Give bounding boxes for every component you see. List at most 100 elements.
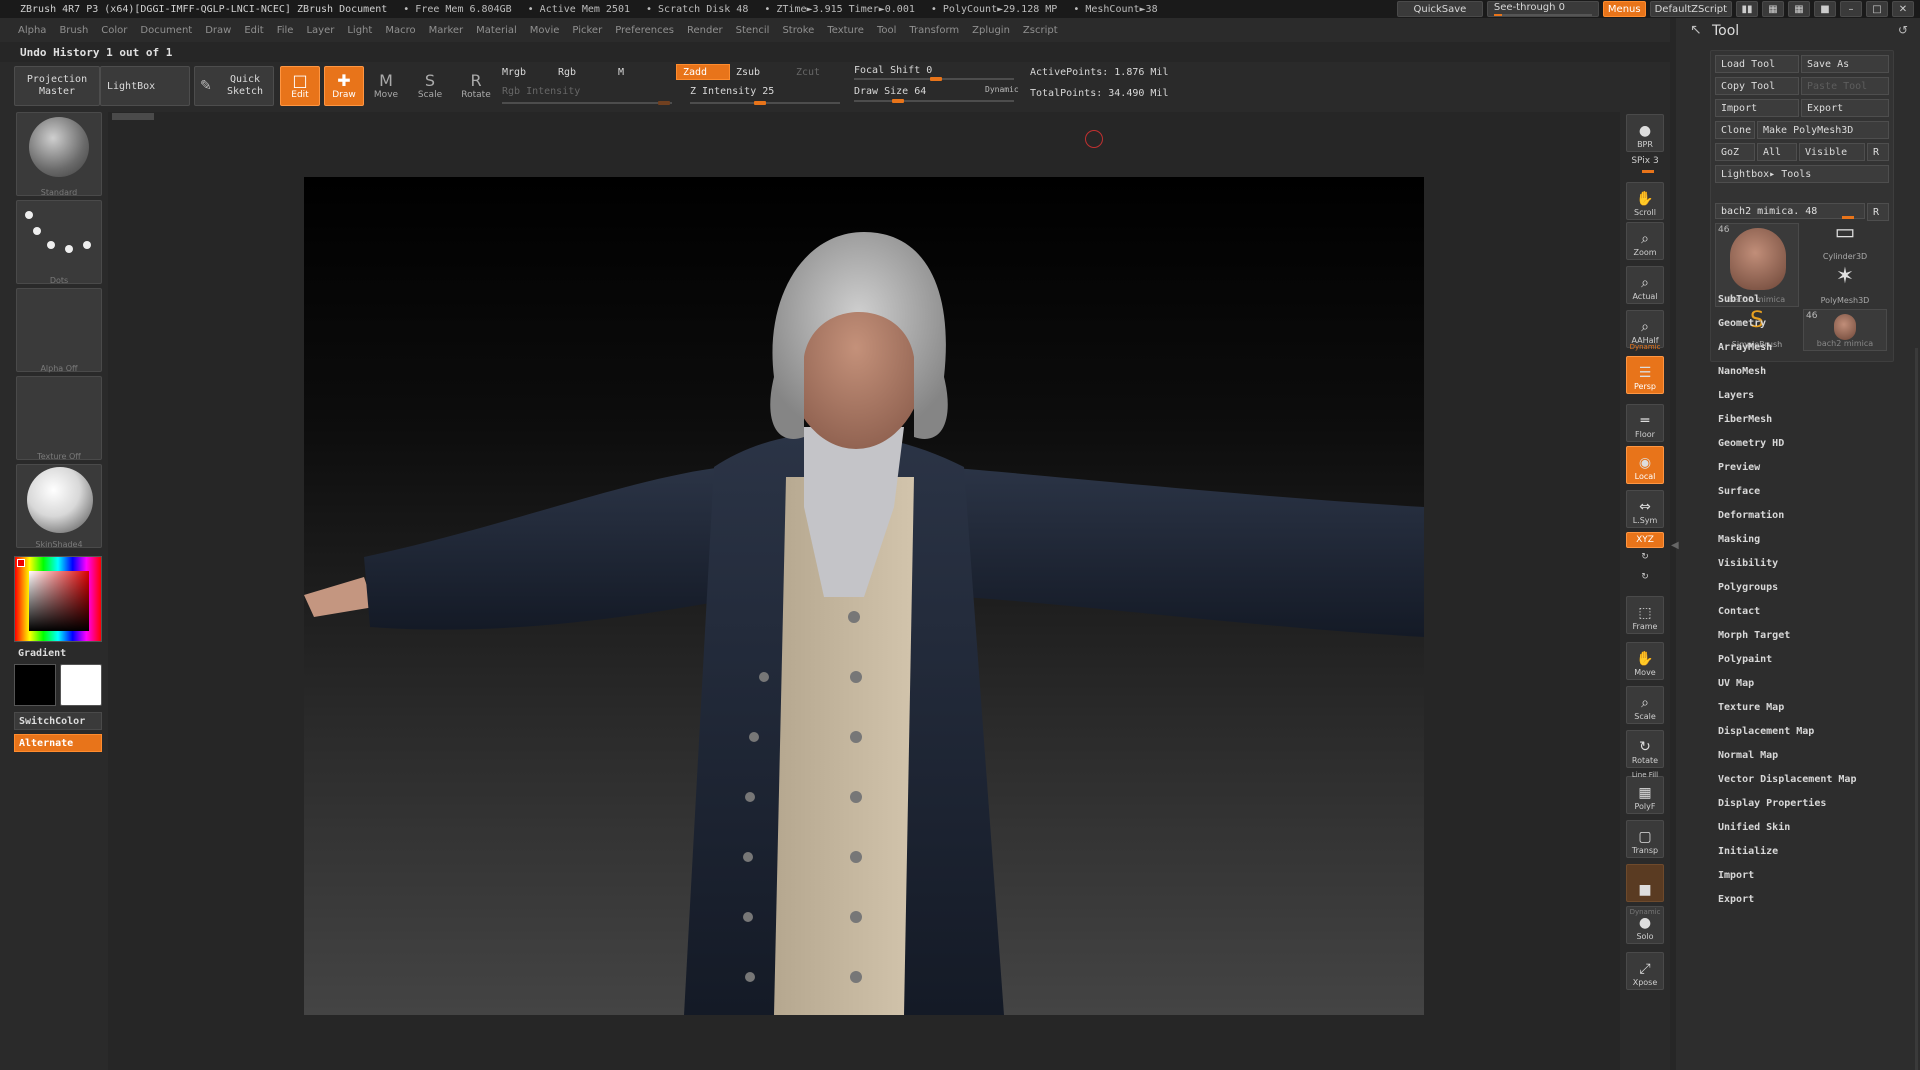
default-zscript-button[interactable]: DefaultZScript <box>1649 1 1732 17</box>
zcut-toggle[interactable]: Zcut <box>796 67 820 78</box>
menu-light[interactable]: Light <box>347 25 372 36</box>
alternate-button[interactable]: Alternate <box>14 734 102 752</box>
xyz-symmetry-button[interactable]: XYZ <box>1626 532 1664 548</box>
scale-button[interactable]: ⌕ Scale <box>1626 686 1664 724</box>
scroll-button[interactable]: ✋ Scroll <box>1626 182 1664 220</box>
close-icon[interactable]: ✕ <box>1892 1 1914 17</box>
rotate-mode-button[interactable]: R Rotate <box>456 66 496 106</box>
mrgb-toggle[interactable]: Mrgb <box>502 67 526 78</box>
menu-stencil[interactable]: Stencil <box>736 25 770 36</box>
stroke-selector[interactable]: Dots <box>16 200 102 285</box>
collapse-arrow-icon[interactable]: ◀ <box>1671 540 1679 551</box>
tool-section-normal-map[interactable]: Normal Map <box>1718 744 1856 768</box>
color-picker[interactable] <box>14 556 102 642</box>
goz-visible-button[interactable]: Visible <box>1799 143 1865 161</box>
spix-knob[interactable] <box>1642 170 1654 173</box>
menu-material[interactable]: Material <box>476 25 517 36</box>
copy-tool-button[interactable]: Copy Tool <box>1715 77 1799 95</box>
lock-icon[interactable]: ■ <box>1814 1 1836 17</box>
rotate-button[interactable]: ↻ Rotate <box>1626 730 1664 768</box>
current-tool-slider[interactable]: bach2 mimica. 48 <box>1715 203 1865 219</box>
gradient-label[interactable]: Gradient <box>18 648 66 659</box>
menu-file[interactable]: File <box>277 25 294 36</box>
persp-button[interactable]: ☰ Persp <box>1626 356 1664 394</box>
focal-shift-knob[interactable] <box>930 77 942 81</box>
tool-section-arraymesh[interactable]: ArrayMesh <box>1718 336 1856 360</box>
palette-reset-icon[interactable]: ↺ <box>1898 23 1908 37</box>
menu-draw[interactable]: Draw <box>205 25 231 36</box>
zsub-toggle[interactable]: Zsub <box>736 67 760 78</box>
ui-layout-alt-icon[interactable]: ▦ <box>1788 1 1810 17</box>
tool-section-export[interactable]: Export <box>1718 888 1856 912</box>
tool-section-contact[interactable]: Contact <box>1718 600 1856 624</box>
menu-movie[interactable]: Movie <box>530 25 560 36</box>
actual-button[interactable]: ⌕ Actual <box>1626 266 1664 304</box>
focal-shift-slider[interactable]: Focal Shift 0 <box>854 65 932 76</box>
see-through-slider[interactable]: See-through 0 <box>1486 1 1599 17</box>
alpha-selector[interactable]: Alpha Off <box>16 288 102 373</box>
menu-zscript[interactable]: Zscript <box>1023 25 1058 36</box>
menu-tool[interactable]: Tool <box>877 25 896 36</box>
goz-r-button[interactable]: R <box>1867 143 1889 161</box>
goz-all-button[interactable]: All <box>1757 143 1797 161</box>
rgb-toggle[interactable]: Rgb <box>558 67 576 78</box>
undo-history[interactable]: Undo History 1 out of 1 <box>20 46 172 59</box>
tool-section-texture-map[interactable]: Texture Map <box>1718 696 1856 720</box>
clone-button[interactable]: Clone <box>1715 121 1755 139</box>
move-button[interactable]: ✋ Move <box>1626 642 1664 680</box>
rotation-axis-icon-2[interactable]: ↻ <box>1626 572 1664 582</box>
tool-section-geometry-hd[interactable]: Geometry HD <box>1718 432 1856 456</box>
tool-section-displacement-map[interactable]: Displacement Map <box>1718 720 1856 744</box>
tool-section-geometry[interactable]: Geometry <box>1718 312 1856 336</box>
tool-section-polygroups[interactable]: Polygroups <box>1718 576 1856 600</box>
tool-section-masking[interactable]: Masking <box>1718 528 1856 552</box>
rgb-intensity-slider[interactable]: Rgb Intensity <box>502 86 580 97</box>
color-picker-sv[interactable] <box>29 571 89 631</box>
tool-section-import[interactable]: Import <box>1718 864 1856 888</box>
lightbox-button[interactable]: LightBox <box>100 66 190 106</box>
menu-stroke[interactable]: Stroke <box>782 25 814 36</box>
m-toggle[interactable]: M <box>618 67 624 78</box>
ui-layout-icon[interactable]: ▦ <box>1762 1 1784 17</box>
main-color-swatch[interactable] <box>60 664 102 706</box>
tool-section-display-properties[interactable]: Display Properties <box>1718 792 1856 816</box>
palette-pin-icon[interactable]: ↖ <box>1690 22 1702 38</box>
scale-mode-button[interactable]: S Scale <box>410 66 450 106</box>
z-intensity-knob[interactable] <box>754 101 766 105</box>
tool-palette-title[interactable]: Tool <box>1712 23 1739 39</box>
zadd-toggle[interactable]: Zadd <box>676 64 730 80</box>
tool-section-subtool[interactable]: SubTool <box>1718 288 1856 312</box>
local-button[interactable]: ◉ Local <box>1626 446 1664 484</box>
texture-selector[interactable]: Texture Off <box>16 376 102 461</box>
menu-zplugin[interactable]: Zplugin <box>972 25 1010 36</box>
goz-button[interactable]: GoZ <box>1715 143 1755 161</box>
tool-section-deformation[interactable]: Deformation <box>1718 504 1856 528</box>
tool-section-nanomesh[interactable]: NanoMesh <box>1718 360 1856 384</box>
frame-button[interactable]: ⬚ Frame <box>1626 596 1664 634</box>
menu-macro[interactable]: Macro <box>385 25 415 36</box>
load-tool-button[interactable]: Load Tool <box>1715 55 1799 73</box>
menus-button[interactable]: Menus <box>1602 1 1646 17</box>
tool-section-unified-skin[interactable]: Unified Skin <box>1718 816 1856 840</box>
import-button[interactable]: Import <box>1715 99 1799 117</box>
menu-texture[interactable]: Texture <box>827 25 864 36</box>
polyf-button[interactable]: ▦ PolyF <box>1626 776 1664 814</box>
tool-section-initialize[interactable]: Initialize <box>1718 840 1856 864</box>
tool-section-surface[interactable]: Surface <box>1718 480 1856 504</box>
draw-size-slider[interactable]: Draw Size 64 <box>854 86 926 97</box>
zoom-button[interactable]: ⌕ Zoom <box>1626 222 1664 260</box>
save-as-button[interactable]: Save As <box>1801 55 1889 73</box>
make-polymesh3d-button[interactable]: Make PolyMesh3D <box>1757 121 1889 139</box>
paste-tool-button[interactable]: Paste Tool <box>1801 77 1889 95</box>
secondary-color-swatch[interactable] <box>14 664 56 706</box>
tool-section-visibility[interactable]: Visibility <box>1718 552 1856 576</box>
spix-slider[interactable]: SPix 3 <box>1626 156 1664 166</box>
menu-alpha[interactable]: Alpha <box>18 25 46 36</box>
material-selector[interactable]: SkinShade4 <box>16 464 102 549</box>
rotation-axis-icon-1[interactable]: ↻ <box>1626 552 1664 562</box>
draw-mode-button[interactable]: ✚ Draw <box>324 66 364 106</box>
tool-thumb-cylinder3d[interactable]: ▭ Cylinder3D <box>1803 220 1887 263</box>
document-viewport[interactable] <box>304 177 1424 1015</box>
menu-color[interactable]: Color <box>101 25 127 36</box>
edit-mode-button[interactable]: □ Edit <box>280 66 320 106</box>
